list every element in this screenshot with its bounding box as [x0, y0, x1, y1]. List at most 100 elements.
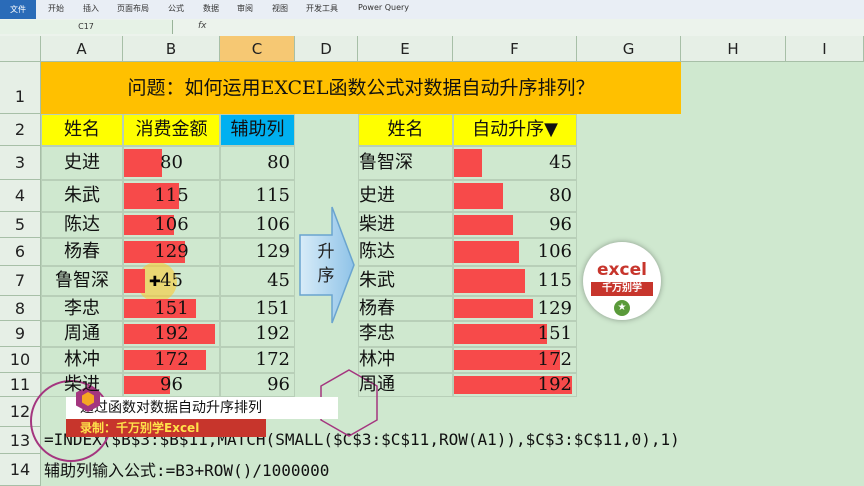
amount-cell-text: 115 — [154, 185, 189, 206]
sorted-value-cell-text: 172 — [537, 349, 572, 370]
amount-cell[interactable]: 115 — [123, 180, 220, 212]
column-header-i[interactable]: I — [786, 36, 864, 62]
amount-cell[interactable]: 129 — [123, 238, 220, 266]
column-header-f[interactable]: F — [453, 36, 577, 62]
row-header-9[interactable]: 9 — [0, 321, 41, 347]
column-header-a[interactable]: A — [41, 36, 123, 62]
header-helper[interactable]: 辅助列 — [220, 114, 295, 146]
sorted-value-cell-text: 45 — [549, 152, 572, 173]
column-header-e[interactable]: E — [358, 36, 453, 62]
helper-cell[interactable]: 80 — [220, 146, 295, 180]
row-header-5[interactable]: 5 — [0, 212, 41, 238]
tab-review[interactable]: 审阅 — [237, 3, 253, 14]
header-ascending[interactable]: 自动升序▼ — [453, 114, 577, 146]
sorted-value-cell[interactable]: 96 — [453, 212, 577, 238]
arrow-label: 升序 — [317, 242, 335, 286]
row-header-10[interactable]: 10 — [0, 347, 41, 373]
name-cell[interactable]: 鲁智深 — [41, 266, 123, 296]
amount-cell[interactable]: 192 — [123, 321, 220, 347]
sorted-name-cell[interactable]: 史进 — [358, 180, 453, 212]
sorted-value-cell-text: 106 — [537, 241, 572, 262]
select-all-corner[interactable] — [0, 36, 41, 62]
formula-bar: C17 fx — [0, 19, 864, 37]
tab-home[interactable]: 开始 — [48, 3, 64, 14]
cursor-icon: ✚ — [149, 274, 161, 290]
helper-cell[interactable]: 192 — [220, 321, 295, 347]
sorted-name-cell[interactable]: 林冲 — [358, 347, 453, 373]
amount-cell-text: 45 — [160, 270, 183, 291]
sorted-value-cell-text: 129 — [537, 298, 572, 319]
helper-cell[interactable]: 115 — [220, 180, 295, 212]
name-cell[interactable]: 周通 — [41, 321, 123, 347]
name-cell[interactable]: 陈达 — [41, 212, 123, 238]
header-name[interactable]: 姓名 — [41, 114, 123, 146]
tab-view[interactable]: 视图 — [272, 3, 288, 14]
column-header-b[interactable]: B — [123, 36, 220, 62]
column-header-c[interactable]: C — [220, 36, 295, 62]
header-name-sorted[interactable]: 姓名 — [358, 114, 453, 146]
name-box[interactable]: C17 — [0, 20, 173, 34]
helper-cell-text: 45 — [267, 270, 290, 291]
sorted-name-cell[interactable]: 鲁智深 — [358, 146, 453, 180]
column-header-h[interactable]: H — [681, 36, 786, 62]
row-header-6[interactable]: 6 — [0, 238, 41, 266]
tab-page-layout[interactable]: 页面布局 — [117, 3, 149, 14]
excel-logo: excel 千万别学 ★ — [583, 242, 661, 320]
name-cell[interactable]: 林冲 — [41, 347, 123, 373]
helper-cell[interactable]: 129 — [220, 238, 295, 266]
helper-cell[interactable]: 96 — [220, 373, 295, 397]
name-cell[interactable]: 杨春 — [41, 238, 123, 266]
row-header-1[interactable]: 1 — [0, 62, 41, 114]
row-header-7[interactable]: 7 — [0, 266, 41, 296]
data-bar — [454, 149, 482, 177]
sorted-value-cell-text: 80 — [549, 185, 572, 206]
name-cell[interactable]: 李忠 — [41, 296, 123, 321]
amount-cell-text: 96 — [160, 374, 183, 395]
sorted-name-cell[interactable]: 周通 — [358, 373, 453, 397]
helper-cell-text: 115 — [255, 185, 290, 206]
row-header-8[interactable]: 8 — [0, 296, 41, 321]
sorted-value-cell[interactable]: 129 — [453, 296, 577, 321]
sorted-name-cell[interactable]: 柴进 — [358, 212, 453, 238]
sorted-name-cell[interactable]: 朱武 — [358, 266, 453, 296]
name-cell[interactable]: 史进 — [41, 146, 123, 180]
amount-cell[interactable]: 106 — [123, 212, 220, 238]
sorted-name-cell[interactable]: 陈达 — [358, 238, 453, 266]
tab-developer[interactable]: 开发工具 — [306, 3, 338, 14]
sorted-value-cell[interactable]: 45 — [453, 146, 577, 180]
row-header-2[interactable]: 2 — [0, 114, 41, 146]
fx-icon[interactable]: fx — [198, 21, 207, 31]
helper-cell[interactable]: 172 — [220, 347, 295, 373]
column-header-g[interactable]: G — [577, 36, 681, 62]
tab-insert[interactable]: 插入 — [83, 3, 99, 14]
sorted-value-cell[interactable]: 151 — [453, 321, 577, 347]
row-header-4[interactable]: 4 — [0, 180, 41, 212]
name-cell-text: 鲁智深 — [55, 270, 109, 291]
amount-cell-text: 106 — [154, 214, 189, 235]
name-cell[interactable]: 朱武 — [41, 180, 123, 212]
file-tab[interactable]: 文件 — [0, 0, 36, 19]
sorted-value-cell[interactable]: 106 — [453, 238, 577, 266]
header-amount[interactable]: 消费金额 — [123, 114, 220, 146]
tab-data[interactable]: 数据 — [203, 3, 219, 14]
tab-power-query[interactable]: Power Query — [358, 3, 409, 12]
sorted-value-cell[interactable]: 192 — [453, 373, 577, 397]
sorted-value-cell[interactable]: 172 — [453, 347, 577, 373]
row-header-3[interactable]: 3 — [0, 146, 41, 180]
title-cell[interactable]: 问题：如何运用EXCEL函数公式对数据自动升序排列？ — [41, 62, 681, 114]
sorted-name-cell[interactable]: 李忠 — [358, 321, 453, 347]
amount-cell[interactable]: 80 — [123, 146, 220, 180]
tab-formulas[interactable]: 公式 — [168, 3, 184, 14]
column-header-d[interactable]: D — [295, 36, 358, 62]
amount-cell[interactable]: 172 — [123, 347, 220, 373]
sorted-value-cell[interactable]: 115 — [453, 266, 577, 296]
amount-cell[interactable]: 96 — [123, 373, 220, 397]
name-cell-text: 柴进 — [64, 374, 100, 395]
sorted-value-cell-text: 115 — [537, 270, 572, 291]
helper-cell[interactable]: 45 — [220, 266, 295, 296]
helper-cell[interactable]: 151 — [220, 296, 295, 321]
sorted-name-cell[interactable]: 杨春 — [358, 296, 453, 321]
helper-cell[interactable]: 106 — [220, 212, 295, 238]
sorted-value-cell[interactable]: 80 — [453, 180, 577, 212]
amount-cell[interactable]: 151 — [123, 296, 220, 321]
